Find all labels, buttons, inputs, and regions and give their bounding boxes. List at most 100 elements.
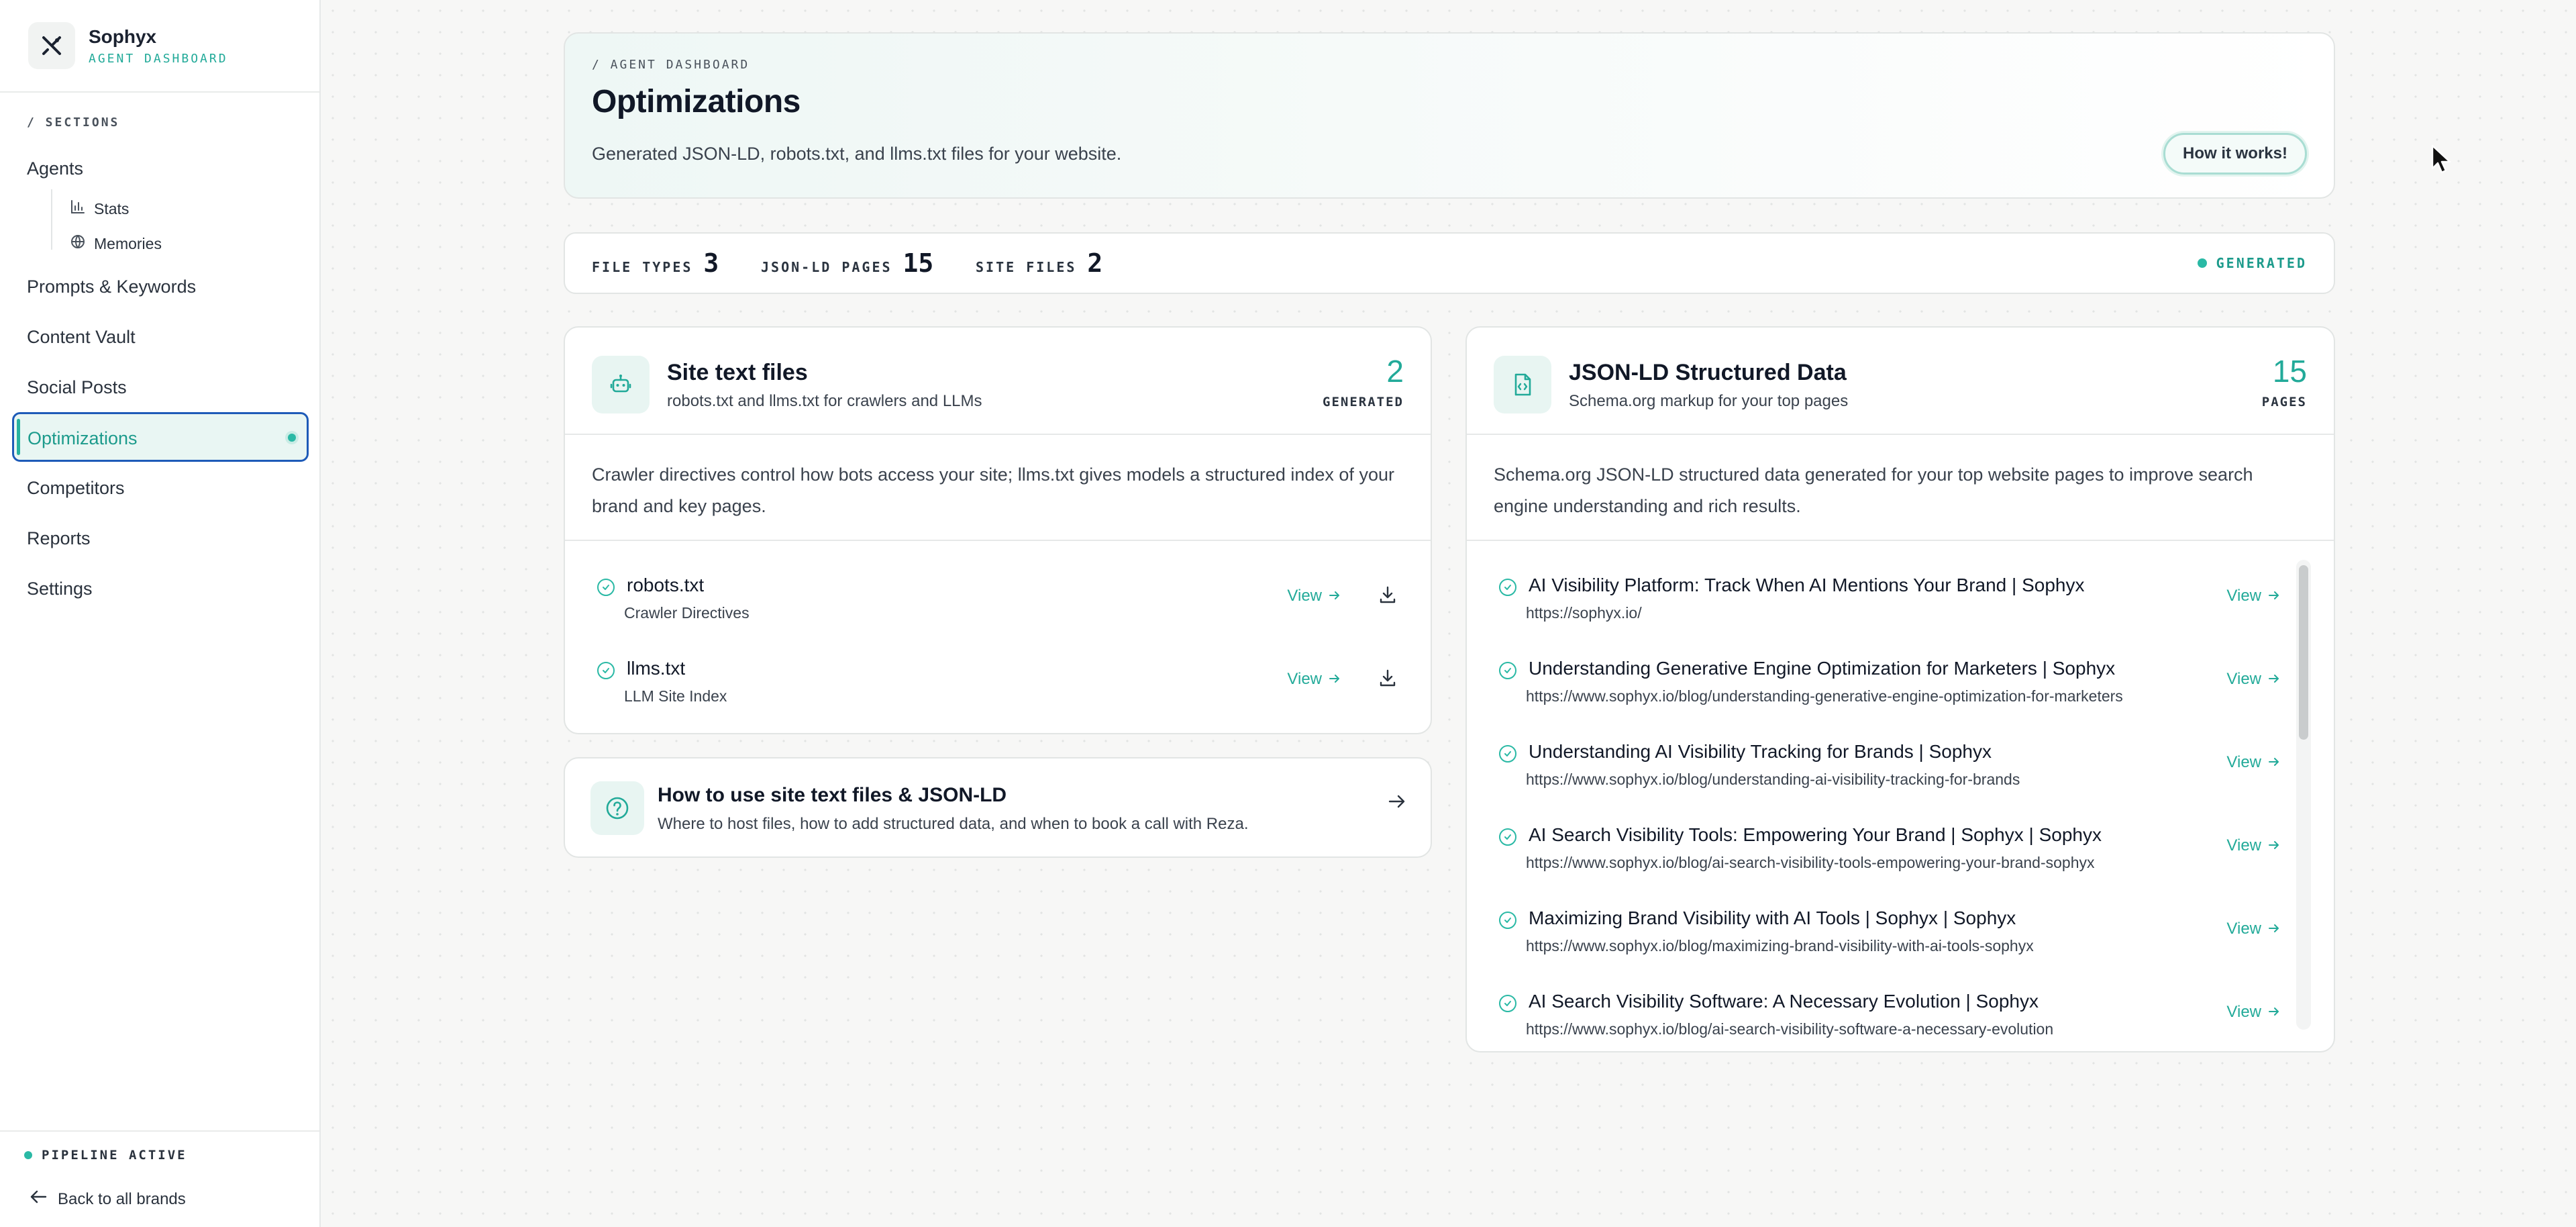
breadcrumb: / AGENT DASHBOARD bbox=[592, 58, 750, 72]
help-subtitle: Where to host files, how to add structur… bbox=[658, 815, 1249, 833]
arrow-right-icon bbox=[1329, 587, 1341, 605]
page-url: https://www.sophyx.io/blog/understanding… bbox=[1526, 771, 2020, 788]
status-badge: GENERATED bbox=[2197, 255, 2307, 271]
list-item: Understanding Generative Engine Optimiza… bbox=[1467, 646, 2334, 720]
jsonld-panel: JSON-LD Structured Data Schema.org marku… bbox=[1465, 326, 2335, 1052]
page-title: AI Search Visibility Software: A Necessa… bbox=[1529, 991, 2039, 1012]
sidebar-item-reports[interactable]: Reports bbox=[27, 528, 91, 549]
download-icon[interactable] bbox=[1376, 666, 1400, 690]
sidebar-item-stats[interactable]: Stats bbox=[70, 199, 129, 219]
nav-tree-line bbox=[51, 189, 52, 250]
scrollbar-thumb[interactable] bbox=[2299, 565, 2308, 740]
question-circle-icon bbox=[590, 781, 644, 835]
view-button[interactable]: View bbox=[2226, 753, 2280, 772]
active-dot bbox=[288, 434, 296, 442]
status-label: GENERATED bbox=[2216, 255, 2307, 271]
help-card[interactable]: How to use site text files & JSON-LD Whe… bbox=[564, 757, 1432, 858]
view-label: View bbox=[2226, 920, 2261, 938]
check-circle-icon bbox=[597, 662, 615, 679]
how-it-works-button[interactable]: How it works! bbox=[2163, 133, 2307, 175]
view-label: View bbox=[2226, 753, 2261, 771]
help-title: How to use site text files & JSON-LD bbox=[658, 784, 1007, 806]
view-label: View bbox=[2226, 587, 2261, 605]
stat-label: FILE TYPES bbox=[592, 259, 693, 275]
back-label: Back to all brands bbox=[58, 1189, 186, 1208]
view-button[interactable]: View bbox=[2226, 836, 2280, 855]
view-button[interactable]: View bbox=[2226, 1003, 2280, 1022]
arrow-right-icon bbox=[2268, 1003, 2280, 1022]
file-name: llms.txt bbox=[627, 658, 686, 679]
list-item: AI Search Visibility Software: A Necessa… bbox=[1467, 979, 2334, 1051]
download-icon[interactable] bbox=[1376, 583, 1400, 607]
panel-header: JSON-LD Structured Data Schema.org marku… bbox=[1467, 328, 2334, 435]
list-item: AI Search Visibility Tools: Empowering Y… bbox=[1467, 812, 2334, 886]
page-url: https://www.sophyx.io/blog/understanding… bbox=[1526, 687, 2123, 705]
page-url: https://www.sophyx.io/blog/ai-search-vis… bbox=[1526, 854, 2095, 871]
view-button[interactable]: View bbox=[2226, 670, 2280, 689]
arrow-right-icon bbox=[1388, 793, 1406, 813]
scrollbar[interactable] bbox=[2296, 560, 2311, 1030]
view-button[interactable]: View bbox=[2226, 920, 2280, 938]
stat-label: JSON-LD PAGES bbox=[761, 259, 892, 275]
pipeline-status: PIPELINE ACTIVE bbox=[24, 1148, 187, 1163]
panel-subtitle: robots.txt and llms.txt for crawlers and… bbox=[667, 392, 982, 410]
sidebar-item-competitors[interactable]: Competitors bbox=[27, 478, 125, 499]
page-url: https://www.sophyx.io/blog/ai-search-vis… bbox=[1526, 1020, 2054, 1038]
list-item: Understanding AI Visibility Tracking for… bbox=[1467, 729, 2334, 803]
check-circle-icon bbox=[1499, 745, 1516, 763]
robot-icon bbox=[592, 356, 650, 413]
sidebar-item-label: Optimizations bbox=[28, 428, 138, 448]
panel-title: Site text files bbox=[667, 360, 808, 385]
sidebar-item-prompts-keywords[interactable]: Prompts & Keywords bbox=[27, 277, 196, 297]
sidebar: Sophyx AGENT DASHBOARD / SECTIONS Agents… bbox=[0, 0, 321, 1227]
stats-bar: FILE TYPES 3 JSON-LD PAGES 15 SITE FILES… bbox=[564, 232, 2335, 294]
view-button[interactable]: View bbox=[2226, 587, 2280, 605]
brand-subtitle: AGENT DASHBOARD bbox=[89, 51, 228, 66]
list-item: llms.txt LLM Site Index View bbox=[565, 646, 1431, 720]
panel-count: 15 bbox=[2272, 354, 2307, 389]
sections-label: / SECTIONS bbox=[27, 115, 120, 130]
check-circle-icon bbox=[1499, 579, 1516, 596]
view-label: View bbox=[2226, 1003, 2261, 1021]
view-button[interactable]: View bbox=[1287, 587, 1341, 605]
active-indicator bbox=[17, 419, 20, 455]
globe-icon bbox=[70, 234, 86, 254]
arrow-right-icon bbox=[1329, 670, 1341, 689]
view-label: View bbox=[2226, 836, 2261, 854]
sidebar-item-agents[interactable]: Agents bbox=[27, 158, 83, 179]
page-title: Optimizations bbox=[592, 84, 801, 119]
check-circle-icon bbox=[1499, 995, 1516, 1012]
divider bbox=[1467, 540, 2334, 541]
stat-value: 15 bbox=[903, 248, 934, 278]
sidebar-item-settings[interactable]: Settings bbox=[27, 579, 93, 599]
sidebar-item-label: Memories bbox=[94, 234, 162, 252]
mouse-cursor-icon bbox=[2430, 144, 2453, 178]
sidebar-item-optimizations[interactable]: Optimizations bbox=[12, 412, 309, 462]
check-circle-icon bbox=[1499, 828, 1516, 846]
panel-count-label: PAGES bbox=[2261, 395, 2307, 409]
pipeline-status-label: PIPELINE ACTIVE bbox=[42, 1148, 187, 1163]
brand-name: Sophyx bbox=[89, 26, 157, 47]
panel-description: Crawler directives control how bots acce… bbox=[592, 464, 1394, 516]
arrow-right-icon bbox=[2268, 587, 2280, 605]
page-title: Understanding AI Visibility Tracking for… bbox=[1529, 741, 1992, 762]
sidebar-item-label: Stats bbox=[94, 199, 130, 217]
list-item: Maximizing Brand Visibility with AI Tool… bbox=[1467, 895, 2334, 969]
panel-description: Schema.org JSON-LD structured data gener… bbox=[1494, 464, 2253, 516]
sidebar-item-social-posts[interactable]: Social Posts bbox=[27, 377, 127, 398]
panel-header: Site text files robots.txt and llms.txt … bbox=[565, 328, 1431, 435]
sophyx-logo-icon bbox=[28, 22, 75, 69]
panel-title: JSON-LD Structured Data bbox=[1569, 360, 1847, 385]
arrow-right-icon bbox=[2268, 670, 2280, 689]
stat-value: 2 bbox=[1087, 248, 1103, 278]
back-to-brands-link[interactable]: Back to all brands bbox=[30, 1189, 186, 1209]
sidebar-item-memories[interactable]: Memories bbox=[70, 234, 162, 254]
brand-header[interactable]: Sophyx AGENT DASHBOARD bbox=[0, 0, 319, 93]
view-label: View bbox=[1287, 587, 1322, 605]
status-dot bbox=[24, 1151, 32, 1159]
view-button[interactable]: View bbox=[1287, 670, 1341, 689]
check-circle-icon bbox=[597, 579, 615, 596]
stat-jsonld-pages: JSON-LD PAGES 15 bbox=[761, 248, 933, 278]
sidebar-item-content-vault[interactable]: Content Vault bbox=[27, 327, 136, 348]
file-type: Crawler Directives bbox=[624, 604, 750, 622]
